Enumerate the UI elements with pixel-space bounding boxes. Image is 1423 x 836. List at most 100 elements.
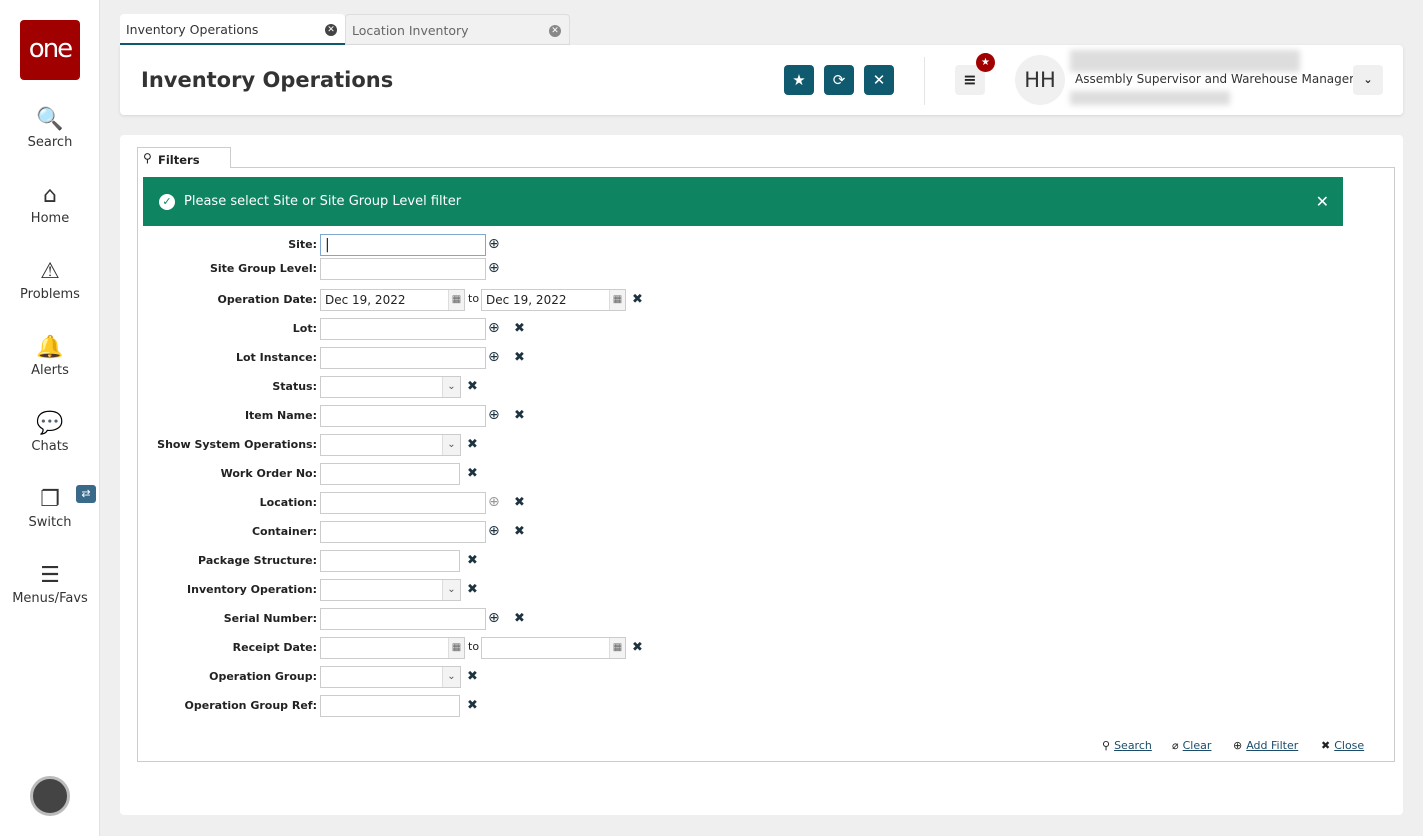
sidebar-item-home[interactable]: ⌂ Home <box>0 181 100 226</box>
clear-icon[interactable]: ✖ <box>467 553 478 568</box>
redacted-user-org <box>1070 91 1230 105</box>
clear-icon[interactable]: ✖ <box>514 611 525 626</box>
search-link[interactable]: ⚲ Search <box>1102 739 1152 752</box>
sidebar-item-label: Alerts <box>31 363 69 378</box>
show-system-operations-select[interactable]: ⌄ <box>320 434 461 456</box>
calendar-icon[interactable]: ▦ <box>609 638 625 658</box>
filter-row-site-group-level: Site Group Level: ⊕ <box>210 258 1020 280</box>
lot-instance-input[interactable] <box>320 347 486 369</box>
close-button[interactable]: ✕ <box>864 65 894 95</box>
filter-label: Serial Number: <box>223 612 317 625</box>
filter-label: Lot Instance: <box>235 351 317 364</box>
filter-row-operation-group: Operation Group: ⌄ ✖ <box>209 666 1020 688</box>
calendar-icon[interactable]: ▦ <box>448 290 464 310</box>
filter-label: Inventory Operation: <box>187 583 317 596</box>
favorite-button[interactable]: ★ <box>784 65 814 95</box>
package-structure-input[interactable] <box>320 550 460 572</box>
operation-group-ref-input[interactable] <box>320 695 460 717</box>
sidebar-item-problems[interactable]: ⚠ Problems <box>0 257 100 302</box>
clear-icon[interactable]: ✖ <box>632 640 643 655</box>
clear-icon[interactable]: ✖ <box>467 466 478 481</box>
switch-badge-icon[interactable]: ⇄ <box>76 485 96 503</box>
zoom-lookup-icon[interactable]: ⊕ <box>488 523 500 539</box>
user-menu-dropdown[interactable]: ⌄ <box>1353 65 1383 95</box>
zoom-lookup-icon[interactable]: ⊕ <box>488 610 500 626</box>
home-icon: ⌂ <box>43 183 57 208</box>
close-filters-link[interactable]: ✖ Close <box>1321 739 1364 752</box>
sidebar-item-menus-favs[interactable]: ☰ Menus/Favs <box>0 561 100 606</box>
zoom-lookup-icon[interactable]: ⊕ <box>488 236 500 252</box>
item-name-input[interactable] <box>320 405 486 427</box>
to-label: to <box>468 640 480 653</box>
operation-group-select[interactable]: ⌄ <box>320 666 461 688</box>
operation-date-to-input[interactable]: Dec 19, 2022 ▦ <box>481 289 626 311</box>
filter-label: Location: <box>259 496 317 509</box>
filter-label: Show System Operations: <box>157 438 317 451</box>
site-input[interactable]: | <box>320 234 486 256</box>
sidebar-item-search[interactable]: 🔍 Search <box>0 105 100 150</box>
work-order-no-input[interactable] <box>320 463 460 485</box>
zoom-lookup-icon[interactable]: ⊕ <box>488 320 500 336</box>
serial-number-input[interactable] <box>320 608 486 630</box>
plus-circle-icon: ⊕ <box>1233 739 1243 752</box>
filter-label: Work Order No: <box>220 467 317 480</box>
location-input[interactable] <box>320 492 486 514</box>
calendar-icon[interactable]: ▦ <box>609 290 625 310</box>
filter-row-operation-date: Operation Date: Dec 19, 2022 ▦ to Dec 19, 20… <box>218 289 1020 311</box>
clear-label: Clear <box>1182 739 1212 752</box>
clear-icon[interactable]: ✖ <box>514 321 525 336</box>
filter-row-item-name: Item Name: ⊕ ✖ <box>245 405 1020 427</box>
lot-input[interactable] <box>320 318 486 340</box>
container-input[interactable] <box>320 521 486 543</box>
add-filter-link[interactable]: ⊕ Add Filter <box>1233 739 1298 752</box>
inventory-operation-select[interactable]: ⌄ <box>320 579 461 601</box>
zoom-lookup-icon[interactable]: ⊕ <box>488 349 500 365</box>
banner-message: Please select Site or Site Group Level f… <box>184 194 462 209</box>
user-avatar-icon[interactable] <box>30 776 70 816</box>
operation-date-from-input[interactable]: Dec 19, 2022 ▦ <box>320 289 465 311</box>
sidebar-item-label: Chats <box>31 439 69 454</box>
sidebar-item-chats[interactable]: 💬 Chats <box>0 409 100 454</box>
zoom-lookup-icon[interactable]: ⊕ <box>488 260 500 276</box>
clear-icon[interactable]: ✖ <box>632 292 643 307</box>
clear-icon[interactable]: ✖ <box>467 669 478 684</box>
close-tab-icon[interactable]: ✕ <box>325 24 337 36</box>
zoom-lookup-icon[interactable]: ⊕ <box>488 407 500 423</box>
logo[interactable]: one <box>20 20 80 80</box>
filter-row-status: Status: ⌄ ✖ <box>272 376 1020 398</box>
close-tab-icon[interactable]: ✕ <box>549 25 561 37</box>
clear-icon[interactable]: ✖ <box>514 350 525 365</box>
clear-icon[interactable]: ✖ <box>514 524 525 539</box>
chevron-down-icon: ⌄ <box>442 435 460 455</box>
sidebar-item-switch[interactable]: ❐ Switch ⇄ <box>0 485 100 530</box>
tab-label: Location Inventory <box>352 23 469 38</box>
tab-location-inventory[interactable]: Location Inventory ✕ <box>345 14 570 45</box>
clear-icon[interactable]: ✖ <box>467 698 478 713</box>
clear-icon[interactable]: ✖ <box>467 379 478 394</box>
filter-row-lot: Lot: ⊕ ✖ <box>293 318 1020 340</box>
clear-icon[interactable]: ✖ <box>514 495 525 510</box>
clear-icon[interactable]: ✖ <box>467 582 478 597</box>
divider <box>924 57 925 105</box>
calendar-icon[interactable]: ▦ <box>448 638 464 658</box>
tab-inventory-operations[interactable]: Inventory Operations ✕ <box>120 14 345 45</box>
banner-close-icon[interactable]: ✕ <box>1316 177 1329 226</box>
to-label: to <box>468 292 480 305</box>
chat-icon: 💬 <box>36 411 64 436</box>
receipt-date-from-input[interactable]: ▦ <box>320 637 465 659</box>
clear-icon[interactable]: ✖ <box>514 408 525 423</box>
clear-link[interactable]: ⌀ Clear <box>1172 739 1211 752</box>
zoom-lookup-icon[interactable]: ⊕ <box>488 494 500 510</box>
page-header: Inventory Operations ★ ⟳ ✕ ≡ ★ HH Assemb… <box>120 45 1403 115</box>
redacted-user-name <box>1070 50 1300 72</box>
refresh-button[interactable]: ⟳ <box>824 65 854 95</box>
user-avatar[interactable]: HH <box>1015 55 1065 105</box>
filter-row-serial-number: Serial Number: ⊕ ✖ <box>224 608 1020 630</box>
tab-filters[interactable]: ⚲ Filters <box>137 147 231 168</box>
clear-icon[interactable]: ✖ <box>467 437 478 452</box>
sidebar-item-alerts[interactable]: 🔔 Alerts <box>0 333 100 378</box>
filter-label: Operation Group Ref: <box>184 699 317 712</box>
receipt-date-to-input[interactable]: ▦ <box>481 637 626 659</box>
status-select[interactable]: ⌄ <box>320 376 461 398</box>
site-group-level-input[interactable] <box>320 258 486 280</box>
